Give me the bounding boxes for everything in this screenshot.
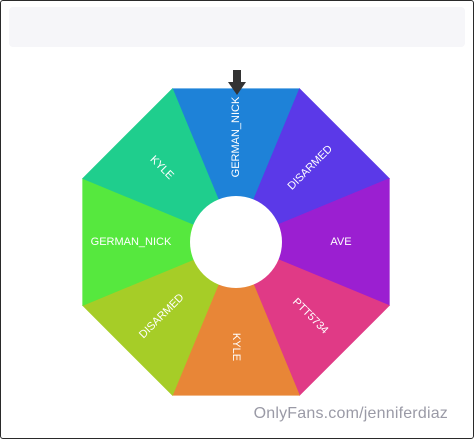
wheel-segment-label: KYLE bbox=[230, 333, 242, 361]
watermark-text: OnlyFans.com/jenniferdiaz bbox=[254, 405, 448, 423]
wheel-segment-label: GERMAN_NICK bbox=[230, 96, 242, 177]
wheel-hub[interactable] bbox=[190, 196, 282, 288]
spin-wheel-area: GERMAN_NICKDISARMEDAVEPTT5734KYLEDISARME… bbox=[0, 0, 474, 439]
wheel-segment-label: AVE bbox=[330, 236, 351, 248]
wheel-segment-label: GERMAN_NICK bbox=[91, 236, 172, 248]
spin-wheel[interactable]: GERMAN_NICKDISARMEDAVEPTT5734KYLEDISARME… bbox=[0, 0, 474, 439]
